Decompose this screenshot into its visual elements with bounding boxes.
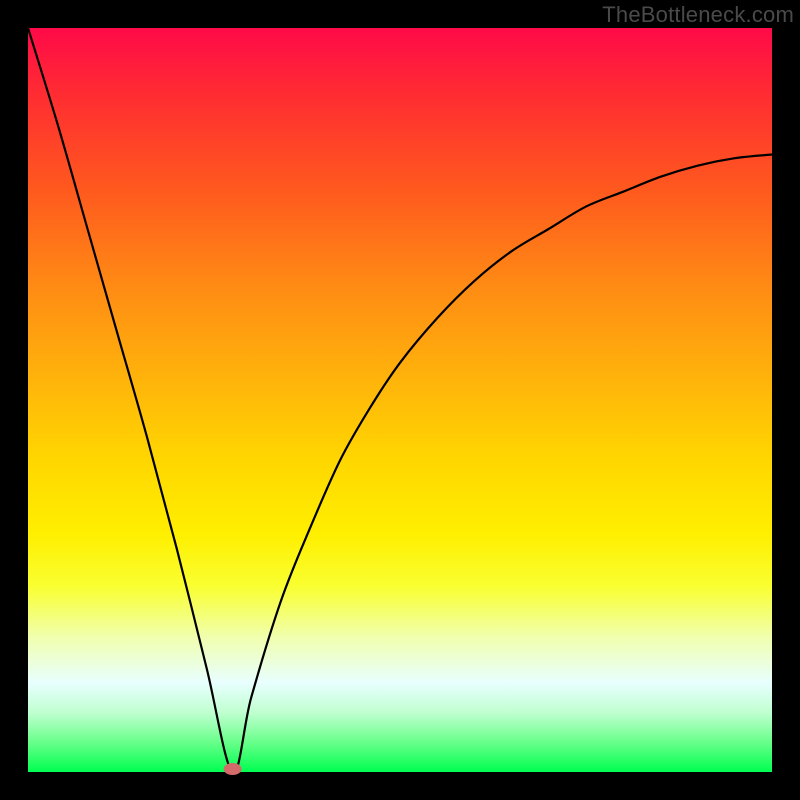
minimum-marker — [224, 763, 242, 775]
chart-frame: TheBottleneck.com — [0, 0, 800, 800]
plot-area — [28, 28, 772, 772]
bottleneck-curve — [28, 28, 772, 772]
watermark-text: TheBottleneck.com — [602, 2, 794, 28]
chart-svg — [28, 28, 772, 772]
